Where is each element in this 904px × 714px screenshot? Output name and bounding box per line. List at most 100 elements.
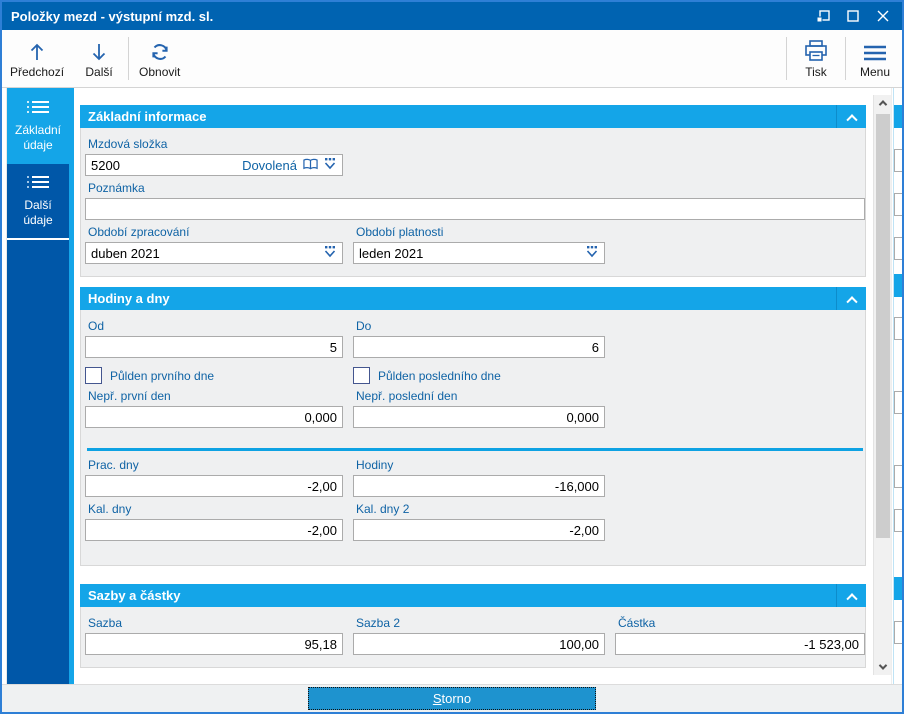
field-label: Nepř. poslední den: [356, 389, 458, 403]
field-label: Od: [88, 319, 105, 333]
cal-days-2-input[interactable]: [353, 519, 605, 541]
wage-component-field[interactable]: 5200 Dovolená: [85, 154, 343, 176]
footer-bar: Storno: [2, 684, 902, 712]
field-label: Mzdová složka: [88, 137, 168, 151]
work-days-input[interactable]: [85, 475, 343, 497]
dropdown-dots-icon[interactable]: [585, 245, 599, 261]
previous-button[interactable]: Předchozí: [2, 30, 72, 87]
storno-label: Storno: [432, 691, 472, 706]
field-label: Částka: [618, 616, 656, 630]
halfday-last-checkbox-row[interactable]: Půlden posledního dne: [353, 367, 605, 384]
section-body: Od Do Půlden prvního dne: [80, 310, 866, 566]
period-validity-value: leden 2021: [359, 245, 424, 261]
sidebar-item-label: Další údaje: [23, 198, 53, 227]
storno-button[interactable]: Storno: [308, 687, 596, 710]
period-processing-combo[interactable]: duben 2021: [85, 242, 343, 264]
checkbox-unchecked[interactable]: [85, 367, 102, 384]
section-header: Sazby a částky: [80, 584, 866, 607]
sidebar-item-label: Základní údaje: [14, 123, 62, 152]
collapse-button[interactable]: [836, 584, 866, 607]
refresh-button[interactable]: Obnovit: [131, 30, 188, 87]
dialog-window: Položky mezd - výstupní mzd. sl. Předcho…: [0, 0, 904, 714]
refresh-icon: [150, 40, 170, 62]
rate-2-input[interactable]: [353, 633, 605, 655]
chevron-up-icon: [845, 592, 858, 604]
wage-component-value: 5200: [91, 157, 120, 173]
section-header: Hodiny a dny: [80, 287, 866, 310]
checkbox-label: Půlden posledního dne: [378, 368, 501, 383]
toolbar: Předchozí Další Obnovit Tisk Menu: [2, 30, 902, 88]
vertical-scrollbar[interactable]: [873, 95, 891, 675]
restore-icon[interactable]: [808, 2, 838, 30]
period-processing-value: duben 2021: [91, 245, 160, 261]
toolbar-separator: [128, 37, 130, 80]
sidebar-item-dalsi-udaje[interactable]: Další údaje: [7, 164, 69, 240]
close-icon[interactable]: [868, 2, 898, 30]
toolbar-separator: [786, 37, 787, 80]
collapse-button[interactable]: [836, 105, 866, 128]
title-bar: Položky mezd - výstupní mzd. sl.: [2, 2, 902, 30]
hours-input[interactable]: [353, 475, 605, 497]
section-zakladni-informace: Základní informace Mzdová složka 5200 Do…: [80, 105, 866, 277]
right-edge-sliver: [891, 88, 902, 684]
section-sazby-a-castky: Sazby a částky Sazba Sazba 2: [80, 584, 866, 668]
field-label: Kal. dny 2: [356, 502, 410, 516]
main-area: Základní údaje Další údaje Základní info…: [2, 88, 902, 684]
scroll-down-icon[interactable]: [874, 659, 891, 675]
scroll-up-icon[interactable]: [874, 95, 891, 111]
next-label: Další: [85, 64, 113, 79]
open-book-icon[interactable]: [303, 158, 318, 173]
chevron-up-icon: [845, 295, 858, 307]
previous-label: Předchozí: [10, 64, 65, 79]
field-label: Období zpracování: [88, 225, 190, 239]
menu-label: Menu: [859, 64, 891, 79]
rate-input[interactable]: [85, 633, 343, 655]
arrow-down-icon: [90, 40, 108, 62]
section-title: Základní informace: [88, 109, 207, 124]
next-button[interactable]: Další: [72, 30, 126, 87]
maximize-icon[interactable]: [838, 2, 868, 30]
amount-input[interactable]: [615, 633, 865, 655]
refresh-label: Obnovit: [139, 64, 181, 79]
scrollbar-thumb[interactable]: [875, 114, 890, 538]
print-button[interactable]: Tisk: [789, 30, 843, 87]
list-icon: [27, 99, 49, 119]
print-label: Tisk: [805, 64, 827, 79]
from-input[interactable]: [85, 336, 343, 358]
collapse-button[interactable]: [836, 287, 866, 310]
arrow-up-icon: [28, 40, 46, 62]
field-label: Sazba 2: [356, 616, 401, 630]
dropdown-dots-icon[interactable]: [323, 157, 337, 173]
section-header: Základní informace: [80, 105, 866, 128]
field-label: Hodiny: [356, 458, 394, 472]
field-label: Kal. dny: [88, 502, 132, 516]
field-label: Sazba: [88, 616, 123, 630]
field-label: Prac. dny: [88, 458, 139, 472]
field-label: Období platnosti: [356, 225, 444, 239]
period-validity-combo[interactable]: leden 2021: [353, 242, 605, 264]
window-title: Položky mezd - výstupní mzd. sl.: [11, 8, 214, 24]
section-body: Sazba Sazba 2 Částka: [80, 607, 866, 668]
note-input[interactable]: [85, 198, 865, 220]
cal-days-input[interactable]: [85, 519, 343, 541]
checkbox-label: Půlden prvního dne: [110, 368, 215, 383]
hamburger-menu-icon: [863, 40, 887, 62]
section-hodiny-a-dny: Hodiny a dny Od Do: [80, 287, 866, 566]
section-divider-line: [87, 448, 863, 451]
field-label: Poznámka: [88, 181, 145, 195]
checkbox-unchecked[interactable]: [353, 367, 370, 384]
dropdown-dots-icon[interactable]: [323, 245, 337, 261]
printer-icon: [804, 39, 828, 62]
excl-last-day-input[interactable]: [353, 406, 605, 428]
section-title: Sazby a částky: [88, 588, 181, 603]
section-body: Mzdová složka 5200 Dovolená Poznámka Obd…: [80, 128, 866, 277]
menu-button[interactable]: Menu: [848, 30, 902, 87]
field-label: Nepř. první den: [88, 389, 171, 403]
form-content: Základní informace Mzdová složka 5200 Do…: [74, 88, 873, 684]
excl-first-day-input[interactable]: [85, 406, 343, 428]
sidebar: Základní údaje Další údaje: [7, 88, 69, 684]
halfday-first-checkbox-row[interactable]: Půlden prvního dne: [85, 367, 343, 384]
to-input[interactable]: [353, 336, 605, 358]
sidebar-item-zakladni-udaje[interactable]: Základní údaje: [7, 88, 69, 164]
